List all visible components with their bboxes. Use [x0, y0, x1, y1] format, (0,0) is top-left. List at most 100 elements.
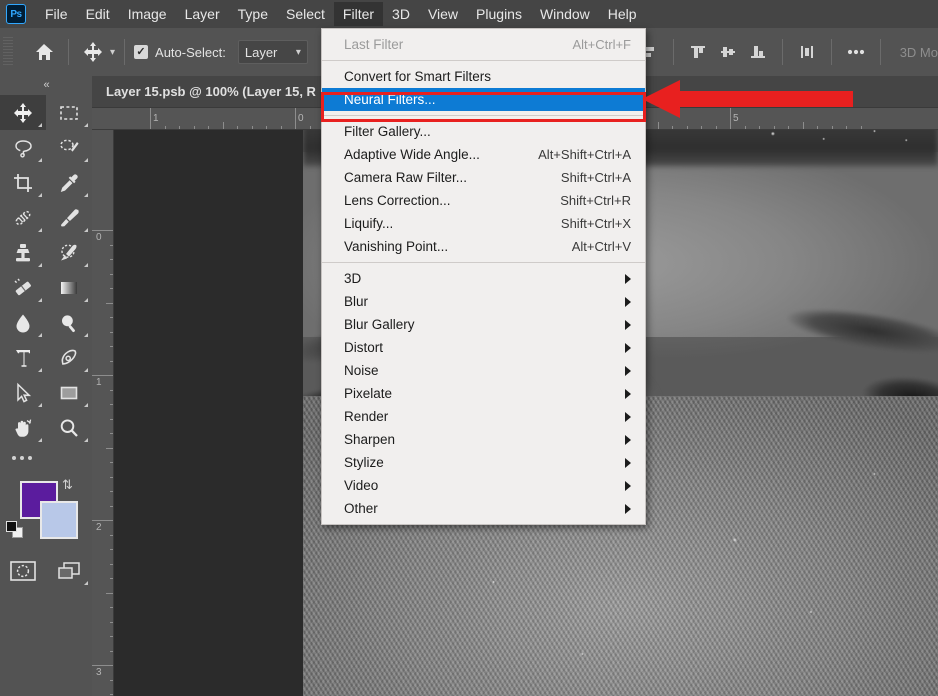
menu-item-last-filter[interactable]: Last Filter Alt+Ctrl+F — [322, 33, 645, 56]
shape-tool[interactable] — [46, 375, 92, 410]
submenu-arrow-icon — [625, 434, 631, 445]
auto-select-value: Layer — [244, 44, 278, 60]
submenu-arrow-icon — [625, 296, 631, 307]
eyedropper-tool[interactable] — [46, 165, 92, 200]
menu-item-filter-gallery[interactable]: Filter Gallery... — [322, 120, 645, 143]
tool-preset-chevron-down-icon[interactable]: ▾ — [110, 47, 115, 58]
menu-edit[interactable]: Edit — [77, 2, 119, 26]
submenu-arrow-icon — [625, 319, 631, 330]
align-vertical-centers-icon[interactable] — [713, 37, 743, 67]
toolbar-collapse-icon[interactable]: « — [0, 76, 92, 95]
rectangular-marquee-tool[interactable] — [46, 95, 92, 130]
object-selection-tool[interactable] — [46, 130, 92, 165]
background-color-swatch[interactable] — [40, 501, 78, 539]
type-tool[interactable] — [0, 340, 46, 375]
auto-select-checkbox[interactable]: ✓ — [134, 45, 149, 59]
menu-item-label: Distort — [344, 340, 384, 355]
more-tools-icon[interactable] — [0, 445, 92, 471]
eraser-tool[interactable] — [0, 270, 46, 305]
menu-item-label: Liquify... — [344, 216, 394, 231]
menu-3d[interactable]: 3D — [383, 2, 419, 26]
menu-type[interactable]: Type — [229, 2, 277, 26]
gradient-tool[interactable] — [46, 270, 92, 305]
menu-layer[interactable]: Layer — [176, 2, 229, 26]
brush-tool[interactable] — [46, 200, 92, 235]
ruler-minor-tick — [106, 302, 113, 304]
menu-help[interactable]: Help — [599, 2, 646, 26]
ruler-minor-tick — [110, 621, 113, 623]
screen-mode-icon[interactable] — [46, 553, 92, 588]
ruler-minor-tick — [309, 126, 311, 129]
clone-stamp-tool[interactable] — [0, 235, 46, 270]
lasso-tool[interactable] — [0, 130, 46, 165]
move-tool[interactable] — [0, 95, 46, 130]
menu-view[interactable]: View — [419, 2, 467, 26]
toolbar-bottom-buttons — [0, 553, 92, 588]
pen-tool[interactable] — [46, 340, 92, 375]
menu-item-adaptive-wide-angle[interactable]: Adaptive Wide Angle... Alt+Shift+Ctrl+A — [322, 143, 645, 166]
menu-item-camera-raw-filter[interactable]: Camera Raw Filter... Shift+Ctrl+A — [322, 166, 645, 189]
menu-item-convert-for-smart-filters[interactable]: Convert for Smart Filters — [322, 65, 645, 88]
ruler-minor-tick — [686, 126, 688, 129]
menu-item-3d[interactable]: 3D — [322, 267, 645, 290]
menu-item-sharpen[interactable]: Sharpen — [322, 428, 645, 451]
blur-tool[interactable] — [0, 305, 46, 340]
ruler-minor-tick — [773, 126, 775, 129]
ruler-minor-tick — [110, 534, 113, 536]
menu-item-render[interactable]: Render — [322, 405, 645, 428]
distribute-horizontal-centers-icon[interactable] — [792, 37, 822, 67]
menu-select[interactable]: Select — [277, 2, 334, 26]
ruler-minor-tick — [110, 491, 113, 492]
ruler-minor-tick — [110, 259, 113, 260]
menu-image[interactable]: Image — [119, 2, 176, 26]
menu-item-label: Blur Gallery — [344, 317, 415, 332]
more-options-icon[interactable] — [841, 37, 871, 67]
menu-item-vanishing-point[interactable]: Vanishing Point... Alt+Ctrl+V — [322, 235, 645, 258]
spot-healing-brush-tool[interactable] — [0, 200, 46, 235]
document-tab-title[interactable]: Layer 15.psb @ 100% (Layer 15, R — [106, 84, 316, 99]
dodge-tool[interactable] — [46, 305, 92, 340]
ruler-label: 3 — [96, 667, 102, 678]
menu-item-stylize[interactable]: Stylize — [322, 451, 645, 474]
ruler-minor-tick — [110, 679, 113, 681]
menu-window[interactable]: Window — [531, 2, 599, 26]
ruler-minor-tick — [110, 636, 113, 637]
menu-item-pixelate[interactable]: Pixelate — [322, 382, 645, 405]
menu-item-blur[interactable]: Blur — [322, 290, 645, 313]
submenu-arrow-icon — [625, 388, 631, 399]
path-selection-tool[interactable] — [0, 375, 46, 410]
home-icon[interactable] — [29, 37, 59, 67]
hand-tool[interactable] — [0, 410, 46, 445]
swap-colors-icon[interactable]: ⇅ — [62, 477, 73, 493]
submenu-arrow-icon — [625, 342, 631, 353]
quick-mask-mode-icon[interactable] — [0, 553, 46, 588]
menu-item-blur-gallery[interactable]: Blur Gallery — [322, 313, 645, 336]
menu-item-liquify[interactable]: Liquify... Shift+Ctrl+X — [322, 212, 645, 235]
ruler-minor-tick — [110, 607, 113, 608]
menu-item-distort[interactable]: Distort — [322, 336, 645, 359]
options-bar-grip[interactable] — [3, 37, 13, 67]
crop-tool[interactable] — [0, 165, 46, 200]
menu-file[interactable]: File — [36, 2, 77, 26]
default-colors-icon[interactable] — [6, 521, 24, 539]
menu-item-neural-filters[interactable]: Neural Filters... — [322, 88, 645, 111]
align-top-edges-icon[interactable] — [683, 37, 713, 67]
filter-menu-dropdown[interactable]: Last Filter Alt+Ctrl+F Convert for Smart F… — [321, 28, 646, 525]
menu-item-noise[interactable]: Noise — [322, 359, 645, 382]
ruler-label: 1 — [153, 113, 159, 124]
zoom-tool[interactable] — [46, 410, 92, 445]
menu-item-shortcut: Alt+Ctrl+F — [572, 37, 631, 52]
ruler-minor-tick — [110, 694, 113, 695]
history-brush-tool[interactable] — [46, 235, 92, 270]
align-bottom-edges-icon[interactable] — [743, 37, 773, 67]
menu-item-lens-correction[interactable]: Lens Correction... Shift+Ctrl+R — [322, 189, 645, 212]
menu-item-other[interactable]: Other — [322, 497, 645, 520]
menu-filter[interactable]: Filter — [333, 2, 384, 26]
move-tool-icon[interactable] — [78, 37, 108, 67]
menu-plugins[interactable]: Plugins — [467, 2, 531, 26]
auto-select-dropdown[interactable]: Layer ▾ — [237, 40, 308, 64]
options-separator-3 — [672, 39, 674, 65]
auto-select-chevron-down-icon: ▾ — [295, 46, 301, 58]
menu-item-video[interactable]: Video — [322, 474, 645, 497]
three-d-mode-label[interactable]: 3D Mo — [900, 45, 938, 60]
